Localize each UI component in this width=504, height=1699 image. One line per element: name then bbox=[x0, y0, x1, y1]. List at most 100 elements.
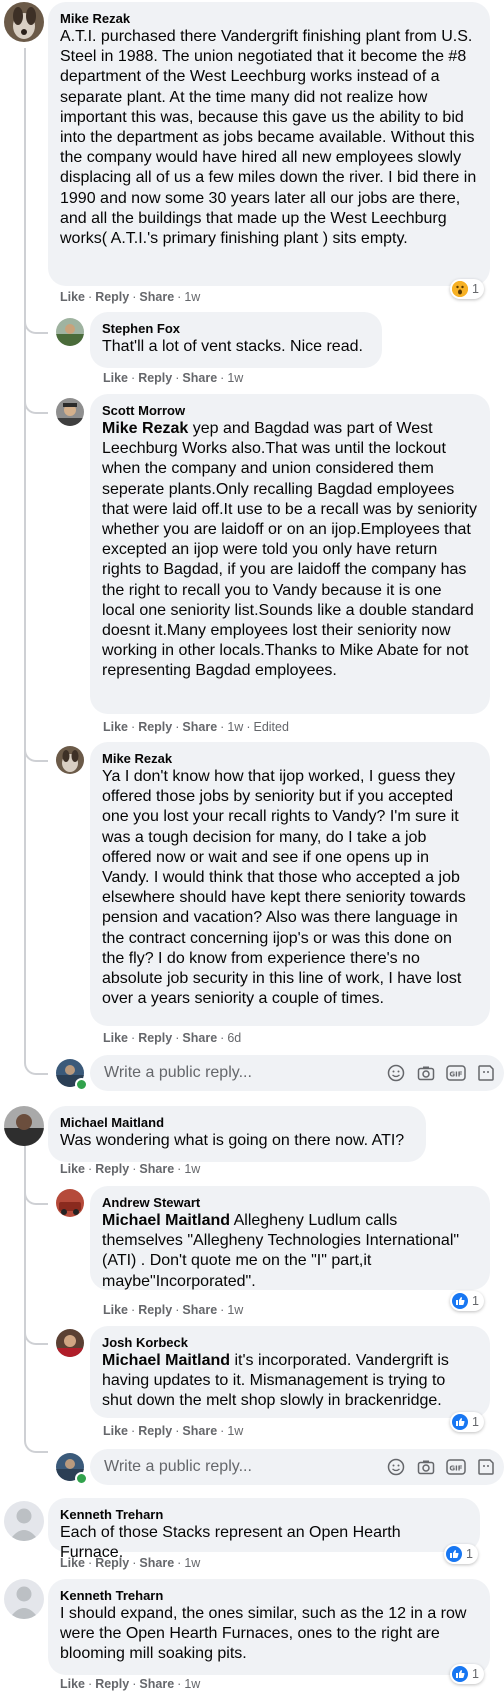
timestamp[interactable]: 6d bbox=[227, 1031, 241, 1045]
avatar[interactable] bbox=[4, 1501, 44, 1541]
share-button[interactable]: Share bbox=[139, 290, 174, 304]
comment-author[interactable]: Scott Morrow bbox=[102, 402, 478, 419]
reaction-count: 1 bbox=[472, 1667, 479, 1681]
mention-link[interactable]: Mike Rezak bbox=[102, 420, 188, 437]
comment-bubble: Josh Korbeck Michael Maitland it's incor… bbox=[90, 1326, 490, 1418]
reply-button[interactable]: Reply bbox=[95, 290, 129, 304]
share-button[interactable]: Share bbox=[182, 1031, 217, 1045]
mention-link[interactable]: Michael Maitland bbox=[102, 1352, 230, 1369]
comment-bubble: Kenneth Treharn I should expand, the one… bbox=[48, 1579, 490, 1675]
comment-bubble: Andrew Stewart Michael Maitland Alleghen… bbox=[90, 1186, 490, 1290]
comment-actions: Like · Reply · Share · 1w bbox=[103, 1303, 244, 1317]
thread-line bbox=[24, 48, 26, 1063]
reply-button[interactable]: Reply bbox=[138, 720, 172, 734]
reaction-count: 1 bbox=[472, 1294, 479, 1308]
reply-placeholder: Write a public reply... bbox=[104, 1064, 252, 1081]
reaction-badge[interactable]: 1 bbox=[450, 1291, 484, 1311]
mention-link[interactable]: Michael Maitland bbox=[102, 1212, 230, 1229]
reaction-badge[interactable]: 1 bbox=[450, 279, 484, 299]
avatar[interactable] bbox=[56, 1189, 84, 1217]
like-button[interactable]: Like bbox=[103, 1031, 128, 1045]
comment-author[interactable]: Kenneth Treharn bbox=[60, 1506, 468, 1523]
comment-author[interactable]: Andrew Stewart bbox=[102, 1194, 478, 1211]
like-button[interactable]: Like bbox=[60, 1677, 85, 1691]
comment-actions: Like · Reply · Share · 1w bbox=[103, 1424, 244, 1438]
like-button[interactable]: Like bbox=[103, 1303, 128, 1317]
share-button[interactable]: Share bbox=[139, 1162, 174, 1176]
edited-label[interactable]: Edited bbox=[253, 720, 288, 734]
reaction-count: 1 bbox=[472, 282, 479, 296]
share-button[interactable]: Share bbox=[182, 720, 217, 734]
thread-line bbox=[24, 1128, 26, 1441]
timestamp[interactable]: 1w bbox=[184, 1556, 200, 1570]
like-button[interactable]: Like bbox=[103, 371, 128, 385]
sticker-icon[interactable] bbox=[474, 1061, 498, 1085]
reaction-badge[interactable]: 1 bbox=[450, 1664, 484, 1684]
timestamp[interactable]: 1w bbox=[227, 371, 243, 385]
reply-input[interactable]: Write a public reply... GIF bbox=[90, 1055, 504, 1091]
timestamp[interactable]: 1w bbox=[184, 290, 200, 304]
thread-connector bbox=[24, 744, 48, 762]
comment-text: Was wondering what is going on there now… bbox=[60, 1132, 405, 1149]
like-button[interactable]: Like bbox=[60, 290, 85, 304]
reply-button[interactable]: Reply bbox=[138, 1031, 172, 1045]
reply-button[interactable]: Reply bbox=[138, 371, 172, 385]
thread-connector bbox=[24, 1057, 48, 1075]
share-button[interactable]: Share bbox=[182, 371, 217, 385]
reaction-badge[interactable]: 1 bbox=[444, 1544, 478, 1564]
comment-actions: Like · Reply · Share · 1w bbox=[103, 371, 244, 385]
emoji-icon[interactable] bbox=[384, 1455, 408, 1479]
reply-button[interactable]: Reply bbox=[95, 1677, 129, 1691]
timestamp[interactable]: 1w bbox=[227, 720, 243, 734]
reply-input[interactable]: Write a public reply... GIF bbox=[90, 1449, 504, 1485]
comment-author[interactable]: Michael Maitland bbox=[60, 1114, 414, 1131]
timestamp[interactable]: 1w bbox=[184, 1162, 200, 1176]
comment-bubble: Stephen Fox That'll a lot of vent stacks… bbox=[90, 312, 382, 368]
comment-actions: Like · Reply · Share · 6d bbox=[103, 1031, 242, 1045]
reply-button[interactable]: Reply bbox=[138, 1303, 172, 1317]
share-button[interactable]: Share bbox=[182, 1303, 217, 1317]
timestamp[interactable]: 1w bbox=[184, 1677, 200, 1691]
avatar[interactable] bbox=[4, 1106, 44, 1146]
comment-actions: Like · Reply · Share · 1w bbox=[60, 1162, 201, 1176]
comment-text: That'll a lot of vent stacks. Nice read. bbox=[102, 338, 363, 355]
reaction-badge[interactable]: 1 bbox=[450, 1412, 484, 1432]
reply-button[interactable]: Reply bbox=[95, 1162, 129, 1176]
like-button[interactable]: Like bbox=[60, 1162, 85, 1176]
avatar[interactable] bbox=[4, 1579, 44, 1619]
avatar[interactable] bbox=[56, 318, 84, 346]
comment-bubble: Mike Rezak A.T.I. purchased there Vander… bbox=[48, 2, 490, 286]
share-button[interactable]: Share bbox=[182, 1424, 217, 1438]
avatar[interactable] bbox=[4, 2, 44, 42]
comment-bubble: Mike Rezak Ya I don't know how that ijop… bbox=[90, 742, 490, 1026]
share-button[interactable]: Share bbox=[139, 1677, 174, 1691]
comment-author[interactable]: Mike Rezak bbox=[102, 750, 478, 767]
comment-author[interactable]: Kenneth Treharn bbox=[60, 1587, 478, 1604]
like-button[interactable]: Like bbox=[103, 1424, 128, 1438]
comment-author[interactable]: Stephen Fox bbox=[102, 320, 370, 337]
gif-icon[interactable]: GIF bbox=[444, 1455, 468, 1479]
reply-button[interactable]: Reply bbox=[95, 1556, 129, 1570]
like-reaction-icon bbox=[452, 1293, 468, 1309]
comment-author[interactable]: Mike Rezak bbox=[60, 10, 478, 27]
reply-button[interactable]: Reply bbox=[138, 1424, 172, 1438]
emoji-icon[interactable] bbox=[384, 1061, 408, 1085]
comment-text: Ya I don't know how that ijop worked, I … bbox=[102, 768, 466, 1008]
gif-icon[interactable]: GIF bbox=[444, 1061, 468, 1085]
share-button[interactable]: Share bbox=[139, 1556, 174, 1570]
svg-text:GIF: GIF bbox=[449, 1071, 462, 1079]
avatar[interactable] bbox=[56, 398, 84, 426]
timestamp[interactable]: 1w bbox=[227, 1303, 243, 1317]
comment-author[interactable]: Josh Korbeck bbox=[102, 1334, 478, 1351]
camera-icon[interactable] bbox=[414, 1455, 438, 1479]
like-reaction-icon bbox=[452, 1666, 468, 1682]
like-button[interactable]: Like bbox=[103, 720, 128, 734]
avatar[interactable] bbox=[56, 1329, 84, 1357]
timestamp[interactable]: 1w bbox=[227, 1424, 243, 1438]
camera-icon[interactable] bbox=[414, 1061, 438, 1085]
thread-connector bbox=[24, 396, 48, 414]
avatar[interactable] bbox=[56, 746, 84, 774]
online-indicator bbox=[75, 1472, 88, 1485]
like-button[interactable]: Like bbox=[60, 1556, 85, 1570]
sticker-icon[interactable] bbox=[474, 1455, 498, 1479]
